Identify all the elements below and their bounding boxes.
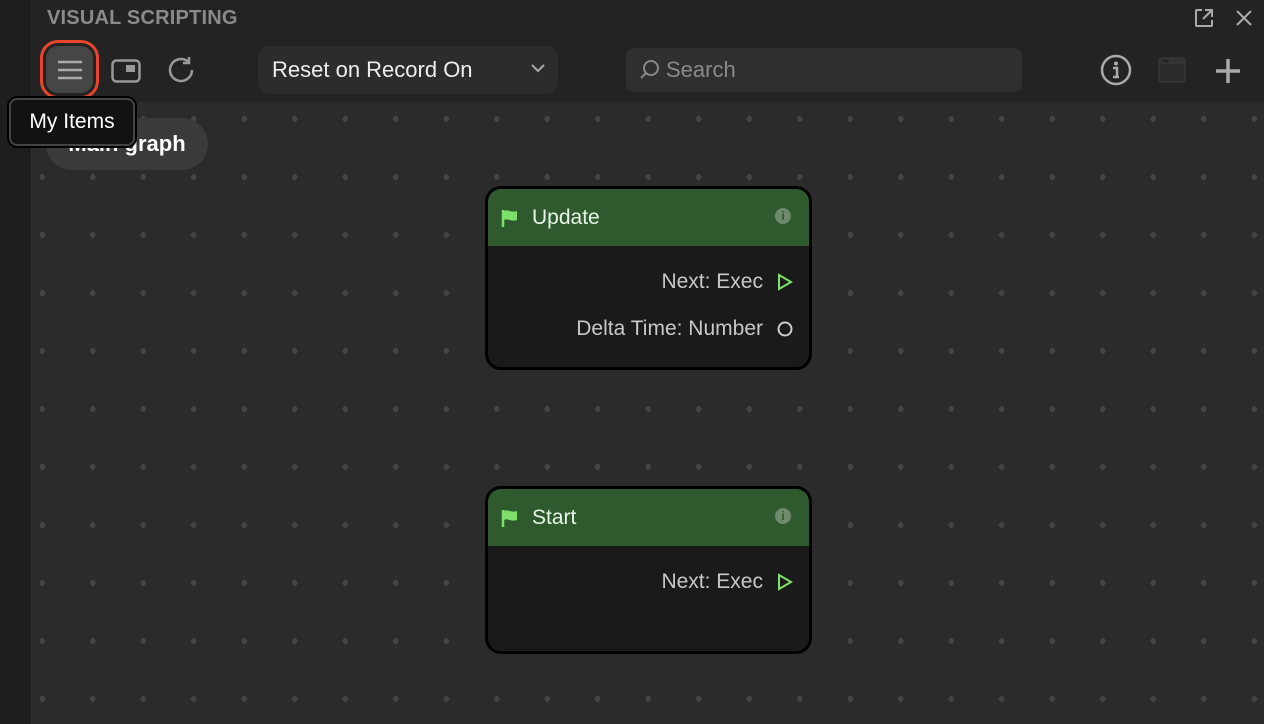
- port-label: Next: Exec: [661, 269, 763, 293]
- panel-title: VISUAL SCRIPTING: [47, 7, 238, 29]
- close-icon[interactable]: [1235, 9, 1253, 27]
- node-title: Start: [532, 505, 577, 529]
- my-items-button[interactable]: [40, 40, 99, 99]
- node-update[interactable]: Update i Next: Exec Delta Time: Number: [485, 186, 812, 370]
- flag-icon: [501, 509, 517, 527]
- number-port-icon[interactable]: [777, 320, 793, 338]
- port-delta-time[interactable]: Delta Time: Number: [488, 305, 809, 352]
- info-icon[interactable]: [1100, 54, 1132, 86]
- refresh-icon[interactable]: [166, 55, 198, 85]
- chevron-down-icon: [531, 64, 545, 73]
- info-icon[interactable]: i: [775, 208, 791, 224]
- pop-out-icon[interactable]: [1193, 7, 1215, 29]
- exec-port-icon[interactable]: [777, 272, 793, 291]
- menu-icon: [57, 60, 82, 79]
- search-icon: [640, 60, 659, 79]
- search-placeholder: Search: [666, 57, 736, 82]
- window-icon[interactable]: [1158, 56, 1186, 84]
- picture-in-picture-icon[interactable]: [111, 59, 141, 83]
- port-label: Delta Time: Number: [576, 316, 763, 340]
- add-icon[interactable]: [1215, 58, 1241, 84]
- search-input[interactable]: Search: [626, 48, 1022, 92]
- node-header: Start i: [488, 489, 809, 546]
- node-start[interactable]: Start i Next: Exec: [485, 486, 812, 654]
- port-next-exec[interactable]: Next: Exec: [488, 558, 809, 605]
- info-icon[interactable]: i: [775, 508, 791, 524]
- node-title: Update: [532, 205, 600, 229]
- tooltip: My Items: [7, 96, 137, 148]
- exec-port-icon[interactable]: [777, 572, 793, 591]
- reset-mode-dropdown[interactable]: Reset on Record On: [258, 46, 558, 94]
- port-label: Next: Exec: [661, 569, 763, 593]
- port-next-exec[interactable]: Next: Exec: [488, 258, 809, 305]
- dropdown-value: Reset on Record On: [272, 57, 473, 82]
- flag-icon: [501, 209, 517, 227]
- node-header: Update i: [488, 189, 809, 246]
